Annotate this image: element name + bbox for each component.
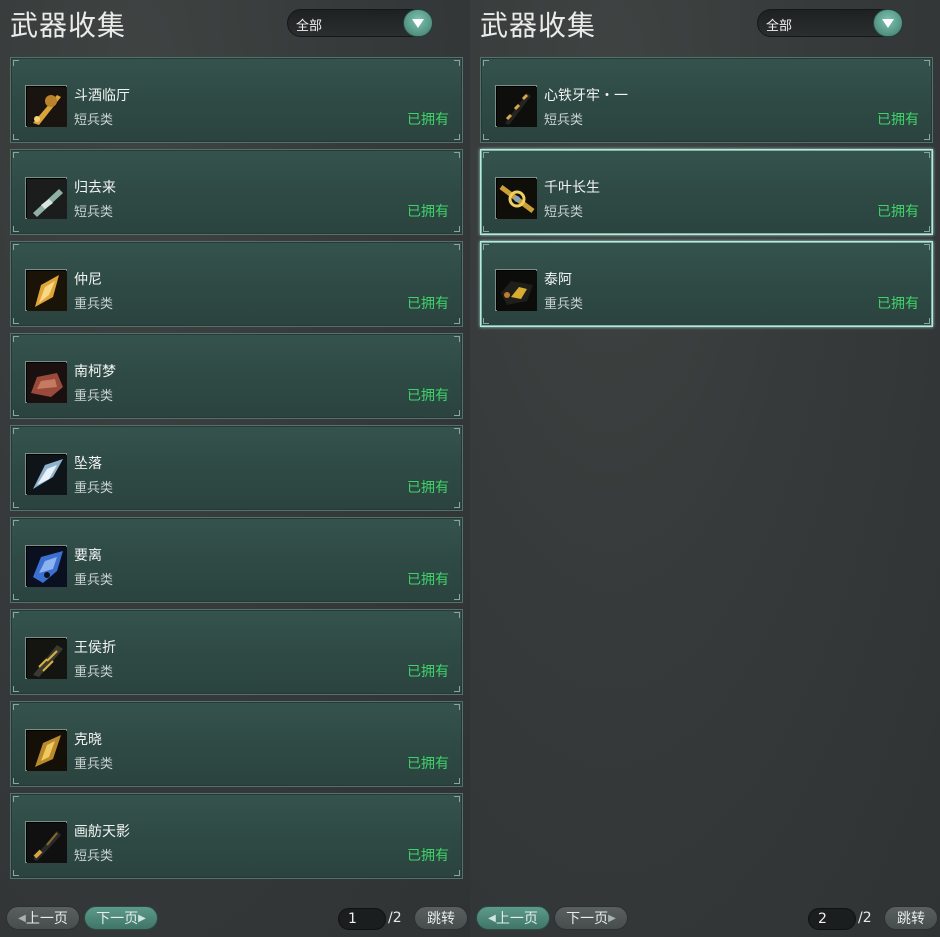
owned-status: 已拥有 [407,480,449,496]
weapon-name: 坠落 [74,456,102,472]
owned-status: 已拥有 [877,112,919,128]
weapon-card[interactable]: 要离 重兵类 已拥有 [10,517,463,603]
golden-broad-blade-icon [25,729,67,771]
owned-status: 已拥有 [877,204,919,220]
weapon-card[interactable]: 斗酒临厅 短兵类 已拥有 [10,57,463,143]
weapon-category: 短兵类 [544,113,584,128]
chevron-down-icon[interactable] [873,9,903,37]
weapon-name: 要离 [74,548,102,564]
weapon-card[interactable]: 仲尼 重兵类 已拥有 [10,241,463,327]
owned-status: 已拥有 [407,296,449,312]
weapon-name: 克晓 [74,732,102,748]
weapon-card[interactable]: 泰阿 重兵类 已拥有 [480,241,933,327]
weapon-name: 画舫天影 [74,824,130,840]
weapon-category: 重兵类 [74,481,114,496]
chevron-down-icon[interactable] [403,9,433,37]
weapon-name: 泰阿 [544,272,572,288]
weapon-name: 心铁牙牢・一 [544,88,628,104]
weapon-category: 短兵类 [544,205,584,220]
weapon-list: 心铁牙牢・一 短兵类 已拥有 千叶长生 短兵类 已拥有 泰阿 重兵类 已拥有 [480,57,933,333]
weapon-card[interactable]: 画舫天影 短兵类 已拥有 [10,793,463,879]
pagination: ◀ 上一页 下一页 ▶ 2 /2 跳转 [470,906,940,930]
weapon-name: 斗酒临厅 [74,88,130,104]
weapon-name: 千叶长生 [544,180,600,196]
weapon-category: 重兵类 [74,665,114,680]
black-gold-heavy-blade-icon [495,269,537,311]
weapon-card[interactable]: 千叶长生 短兵类 已拥有 [480,149,933,235]
weapon-collection-panel-left: 武器收集 全部 斗酒临厅 短兵类 已拥有 归去来 短兵类 已拥有 仲尼 重兵类 … [0,0,470,937]
category-filter-dropdown[interactable]: 全部 [757,9,903,37]
owned-status: 已拥有 [407,664,449,680]
next-page-button[interactable]: 下一页 ▶ [554,906,628,930]
jump-button[interactable]: 跳转 [414,906,468,930]
dark-gold-blade-icon [25,637,67,679]
next-page-label: 下一页 [96,911,139,927]
prev-page-label: 上一页 [25,911,68,927]
filter-selected-value: 全部 [766,19,793,34]
weapon-card[interactable]: 王侯折 重兵类 已拥有 [10,609,463,695]
owned-status: 已拥有 [407,848,449,864]
weapon-card[interactable]: 归去来 短兵类 已拥有 [10,149,463,235]
owned-status: 已拥有 [407,572,449,588]
weapon-category: 重兵类 [74,757,114,772]
weapon-name: 王侯折 [74,640,116,656]
weapon-category: 短兵类 [74,113,114,128]
weapon-collection-panel-right: 武器收集 全部 心铁牙牢・一 短兵类 已拥有 千叶长生 短兵类 已拥有 泰阿 重… [470,0,940,937]
weapon-category: 重兵类 [544,297,584,312]
weapon-card[interactable]: 南柯梦 重兵类 已拥有 [10,333,463,419]
weapon-category: 短兵类 [74,849,114,864]
page-number-input[interactable]: 1 [338,908,386,930]
weapon-card[interactable]: 心铁牙牢・一 短兵类 已拥有 [480,57,933,143]
next-page-button[interactable]: 下一页 ▶ [84,906,158,930]
page-number-input[interactable]: 2 [808,908,856,930]
weapon-category: 重兵类 [74,573,114,588]
chevron-right-icon: ▶ [608,912,616,924]
golden-ornate-sword-icon [25,85,67,127]
prev-page-button[interactable]: ◀ 上一页 [476,906,550,930]
dark-dagger-icon [25,821,67,863]
weapon-name: 归去来 [74,180,116,196]
silver-curved-blade-icon [25,453,67,495]
weapon-card[interactable]: 坠落 重兵类 已拥有 [10,425,463,511]
owned-status: 已拥有 [407,112,449,128]
prev-page-button[interactable]: ◀ 上一页 [6,906,80,930]
weapon-list: 斗酒临厅 短兵类 已拥有 归去来 短兵类 已拥有 仲尼 重兵类 已拥有 南柯梦 … [10,57,463,885]
pagination: ◀ 上一页 下一页 ▶ 1 /2 跳转 [0,906,470,930]
panel-title: 武器收集 [480,9,597,42]
owned-status: 已拥有 [877,296,919,312]
weapon-name: 南柯梦 [74,364,116,380]
chevron-left-icon: ◀ [488,912,496,924]
panel-title: 武器收集 [10,9,127,42]
owned-status: 已拥有 [407,204,449,220]
blue-heavy-blade-icon [25,545,67,587]
weapon-category: 重兵类 [74,297,114,312]
page-total: /2 [388,910,402,926]
next-page-label: 下一页 [566,911,609,927]
category-filter-dropdown[interactable]: 全部 [287,9,433,37]
jade-blade-icon [25,177,67,219]
owned-status: 已拥有 [407,388,449,404]
weapon-name: 仲尼 [74,272,102,288]
chevron-right-icon: ▶ [138,912,146,924]
filter-selected-value: 全部 [296,19,323,34]
golden-heavy-blade-icon [25,269,67,311]
weapon-card[interactable]: 克晓 重兵类 已拥有 [10,701,463,787]
black-gold-sword-icon [495,85,537,127]
owned-status: 已拥有 [407,756,449,772]
jump-button[interactable]: 跳转 [884,906,938,930]
chevron-left-icon: ◀ [18,912,26,924]
red-heavy-blade-icon [25,361,67,403]
weapon-category: 重兵类 [74,389,114,404]
weapon-category: 短兵类 [74,205,114,220]
prev-page-label: 上一页 [495,911,538,927]
page-total: /2 [858,910,872,926]
golden-ring-sword-icon [495,177,537,219]
